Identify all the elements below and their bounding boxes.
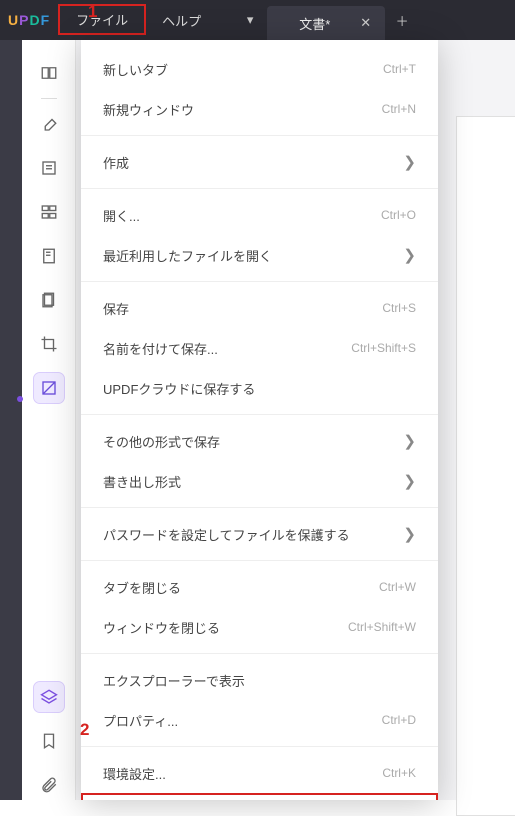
menu-separator bbox=[81, 135, 438, 136]
organize-tool-icon[interactable] bbox=[34, 285, 64, 315]
menu-separator bbox=[81, 507, 438, 508]
submenu-arrow-icon: ❯ bbox=[403, 246, 416, 264]
annotation-1: 1 bbox=[88, 2, 97, 22]
menu-close-tab[interactable]: タブを閉じる Ctrl+W bbox=[81, 567, 438, 607]
active-tool-indicator bbox=[17, 396, 23, 402]
menu-label: 名前を付けて保存... bbox=[103, 339, 351, 358]
page-preview bbox=[456, 116, 515, 816]
attachment-icon[interactable] bbox=[34, 770, 64, 800]
annotate-tool-icon[interactable] bbox=[34, 109, 64, 139]
menu-label: 書き出し形式 bbox=[103, 472, 403, 491]
app-logo: UPDF bbox=[4, 12, 58, 28]
menu-properties[interactable]: プロパティ... Ctrl+D bbox=[81, 700, 438, 740]
form-tool-icon[interactable] bbox=[34, 197, 64, 227]
menu-label: UPDFクラウドに保存する bbox=[103, 379, 416, 398]
menu-label: エクスプローラーで表示 bbox=[103, 671, 416, 690]
menu-separator bbox=[81, 746, 438, 747]
menu-shortcut: Ctrl+W bbox=[379, 580, 416, 594]
redact-tool-icon[interactable] bbox=[34, 373, 64, 403]
submenu-arrow-icon: ❯ bbox=[403, 153, 416, 171]
menu-separator bbox=[81, 653, 438, 654]
menu-help[interactable]: ヘルプ bbox=[146, 6, 217, 34]
menu-protect[interactable]: パスワードを設定してファイルを保護する ❯ bbox=[81, 514, 438, 554]
window-frame-left bbox=[0, 40, 22, 800]
crop-tool-icon[interactable] bbox=[34, 329, 64, 359]
tab-title: 文書* bbox=[281, 14, 360, 33]
new-tab-button[interactable]: ＋ bbox=[387, 5, 417, 35]
menu-shortcut: Ctrl+Shift+W bbox=[348, 620, 416, 634]
menu-save[interactable]: 保存 Ctrl+S bbox=[81, 288, 438, 328]
menu-label: パスワードを設定してファイルを保護する bbox=[103, 525, 403, 544]
menu-preferences[interactable]: 環境設定... Ctrl+K bbox=[81, 753, 438, 793]
menu-shortcut: Ctrl+D bbox=[382, 713, 416, 727]
menu-shortcut: Ctrl+S bbox=[382, 301, 416, 315]
menu-label: 環境設定... bbox=[103, 764, 382, 783]
submenu-arrow-icon: ❯ bbox=[403, 432, 416, 450]
menu-shortcut: Ctrl+T bbox=[383, 62, 416, 76]
reader-tool-icon[interactable] bbox=[34, 58, 64, 88]
menu-new-window[interactable]: 新規ウィンドウ Ctrl+N bbox=[81, 89, 438, 129]
page-tool-icon[interactable] bbox=[34, 241, 64, 271]
menu-label: 保存 bbox=[103, 299, 382, 318]
left-toolbar bbox=[22, 40, 76, 800]
menu-new-tab[interactable]: 新しいタブ Ctrl+T bbox=[81, 49, 438, 89]
menu-label: プロパティ... bbox=[103, 711, 382, 730]
layers-icon[interactable] bbox=[34, 682, 64, 712]
menu-separator bbox=[81, 414, 438, 415]
bookmark-icon[interactable] bbox=[34, 726, 64, 756]
tab-strip: ▾ 文書* ✕ ＋ bbox=[235, 0, 417, 40]
menu-label: ウィンドウを閉じる bbox=[103, 618, 348, 637]
menu-label: 新規ウィンドウ bbox=[103, 100, 382, 119]
menu-label: 開く... bbox=[103, 206, 381, 225]
menubar: UPDF ファイル ヘルプ ▾ 文書* ✕ ＋ bbox=[0, 0, 515, 40]
menu-open[interactable]: 開く... Ctrl+O bbox=[81, 195, 438, 235]
menu-label: その他の形式で保存 bbox=[103, 432, 403, 451]
menu-label: 作成 bbox=[103, 153, 403, 172]
menu-label: タブを閉じる bbox=[103, 578, 379, 597]
menu-shortcut: Ctrl+K bbox=[382, 766, 416, 780]
menu-label: 最近利用したファイルを開く bbox=[103, 246, 403, 265]
menu-separator bbox=[81, 560, 438, 561]
menu-recent[interactable]: 最近利用したファイルを開く ❯ bbox=[81, 235, 438, 275]
menu-create[interactable]: 作成 ❯ bbox=[81, 142, 438, 182]
tab-list-dropdown[interactable]: ▾ bbox=[235, 5, 265, 35]
menu-reveal-explorer[interactable]: エクスプローラーで表示 bbox=[81, 660, 438, 700]
menu-save-cloud[interactable]: UPDFクラウドに保存する bbox=[81, 368, 438, 408]
menu-separator bbox=[81, 188, 438, 189]
menu-label: 新しいタブ bbox=[103, 60, 383, 79]
menu-file[interactable]: ファイル bbox=[58, 4, 146, 35]
menu-print[interactable]: 印刷... Ctrl+P bbox=[81, 793, 438, 800]
toolbar-separator bbox=[41, 98, 57, 99]
menu-shortcut: Ctrl+Shift+S bbox=[351, 341, 416, 355]
menu-export-format[interactable]: 書き出し形式 ❯ bbox=[81, 461, 438, 501]
file-menu-dropdown: 新しいタブ Ctrl+T 新規ウィンドウ Ctrl+N 作成 ❯ 開く... C… bbox=[81, 40, 438, 800]
menu-shortcut: Ctrl+N bbox=[382, 102, 416, 116]
annotation-2: 2 bbox=[80, 720, 89, 740]
submenu-arrow-icon: ❯ bbox=[403, 525, 416, 543]
menu-save-other[interactable]: その他の形式で保存 ❯ bbox=[81, 421, 438, 461]
menu-save-as[interactable]: 名前を付けて保存... Ctrl+Shift+S bbox=[81, 328, 438, 368]
submenu-arrow-icon: ❯ bbox=[403, 472, 416, 490]
tab-close-icon[interactable]: ✕ bbox=[360, 15, 371, 31]
edit-tool-icon[interactable] bbox=[34, 153, 64, 183]
menu-shortcut: Ctrl+O bbox=[381, 208, 416, 222]
document-tab[interactable]: 文書* ✕ bbox=[267, 6, 385, 40]
menu-separator bbox=[81, 281, 438, 282]
menu-close-window[interactable]: ウィンドウを閉じる Ctrl+Shift+W bbox=[81, 607, 438, 647]
